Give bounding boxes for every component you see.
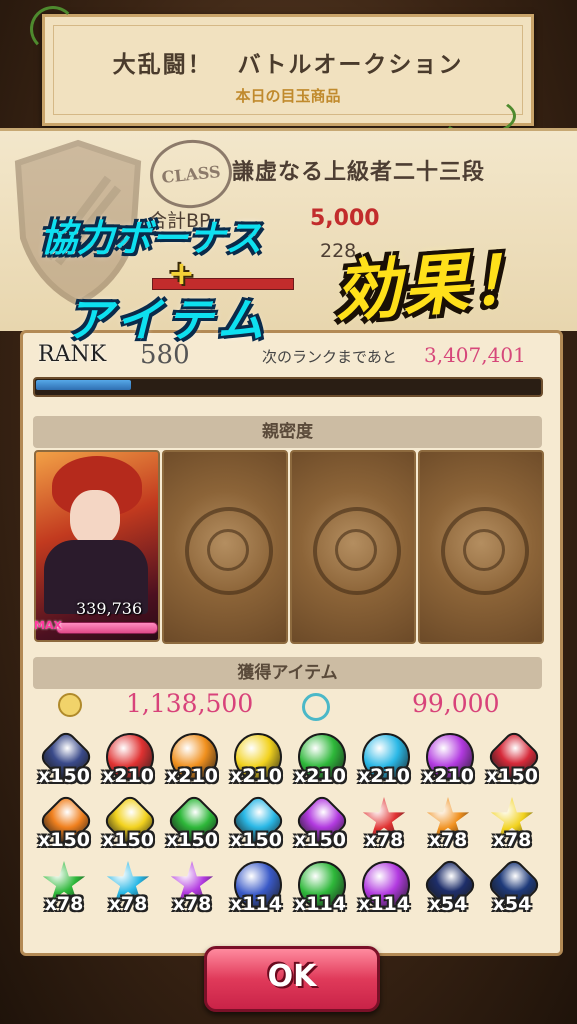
item-quantity: x78 [108, 893, 148, 915]
item-slot: x78 [100, 859, 156, 917]
item-quantity: x210 [294, 765, 346, 787]
vine-decoration-left [30, 6, 76, 52]
rank-progress-fill [36, 380, 131, 390]
item-slot: x150 [100, 792, 159, 853]
coin-icon [58, 693, 82, 717]
overlay-line1: 協力ボーナス [40, 217, 262, 260]
item-slot: x150 [484, 728, 543, 789]
item-quantity: x210 [102, 765, 154, 787]
soul-value: 99,000 [412, 689, 500, 718]
item-quantity: x150 [38, 829, 90, 851]
item-slot: x114 [356, 859, 412, 917]
character-intimacy-value: 339,736 [76, 599, 143, 618]
item-slot: x210 [420, 731, 476, 789]
item-slot: x78 [420, 795, 476, 853]
class-name: 謙虚なる上級者二十三段 [232, 160, 486, 185]
coin-value: 1,138,500 [126, 689, 254, 718]
item-quantity: x78 [364, 829, 404, 851]
item-slot: x150 [36, 728, 95, 789]
item-quantity: x78 [44, 893, 84, 915]
item-quantity: x210 [230, 765, 282, 787]
item-quantity: x114 [294, 893, 346, 915]
item-slot: x78 [356, 795, 412, 853]
item-quantity: x54 [492, 893, 532, 915]
next-rank-value: 3,407,401 [424, 343, 526, 367]
item-slot: x54 [420, 856, 479, 917]
bp-value: 5,000 [310, 206, 380, 231]
item-quantity: x78 [428, 829, 468, 851]
item-slot: x150 [292, 792, 351, 853]
overlay-effect: 効果！ [331, 239, 541, 332]
ok-button[interactable]: OK [204, 946, 380, 1012]
max-badge: MAX [34, 619, 62, 632]
items-header: 獲得アイテム [33, 657, 542, 689]
item-slot: x78 [164, 859, 220, 917]
item-quantity: x150 [38, 765, 90, 787]
item-slot: x210 [164, 731, 220, 789]
intimacy-header: 親密度 [33, 416, 542, 448]
item-slot: x114 [292, 859, 348, 917]
item-slot: x150 [228, 792, 287, 853]
item-quantity: x150 [230, 829, 282, 851]
item-quantity: x210 [358, 765, 410, 787]
item-quantity: x150 [102, 829, 154, 851]
emblem-icon [313, 507, 401, 595]
overlay-line2: アイテム [66, 293, 270, 347]
emblem-icon [441, 507, 529, 595]
item-quantity: x114 [230, 893, 282, 915]
item-slot: x210 [228, 731, 284, 789]
empty-card-slot [418, 450, 544, 644]
item-quantity: x114 [358, 893, 410, 915]
item-quantity: x150 [294, 829, 346, 851]
item-quantity: x78 [492, 829, 532, 851]
emblem-icon [185, 507, 273, 595]
item-slot: x150 [164, 792, 223, 853]
banner-title: 大乱闘！ バトルオークション [112, 52, 464, 78]
item-slot: x78 [484, 795, 540, 853]
item-slot: x210 [100, 731, 156, 789]
item-quantity: x210 [166, 765, 218, 787]
item-quantity: x210 [422, 765, 474, 787]
item-quantity: x54 [428, 893, 468, 915]
item-quantity: x150 [166, 829, 218, 851]
item-slot: x210 [292, 731, 348, 789]
item-slot: x114 [228, 859, 284, 917]
soul-icon [302, 693, 330, 721]
item-quantity: x78 [172, 893, 212, 915]
empty-card-slot [162, 450, 288, 644]
character-face [70, 490, 120, 546]
intimacy-bar [56, 622, 158, 634]
item-slot: x210 [356, 731, 412, 789]
item-slot: x54 [484, 856, 543, 917]
item-quantity: x150 [486, 765, 538, 787]
empty-card-slot [290, 450, 416, 644]
item-slot: x78 [36, 859, 92, 917]
next-rank-label: 次のランクまであと [262, 348, 397, 366]
item-slot: x150 [36, 792, 95, 853]
